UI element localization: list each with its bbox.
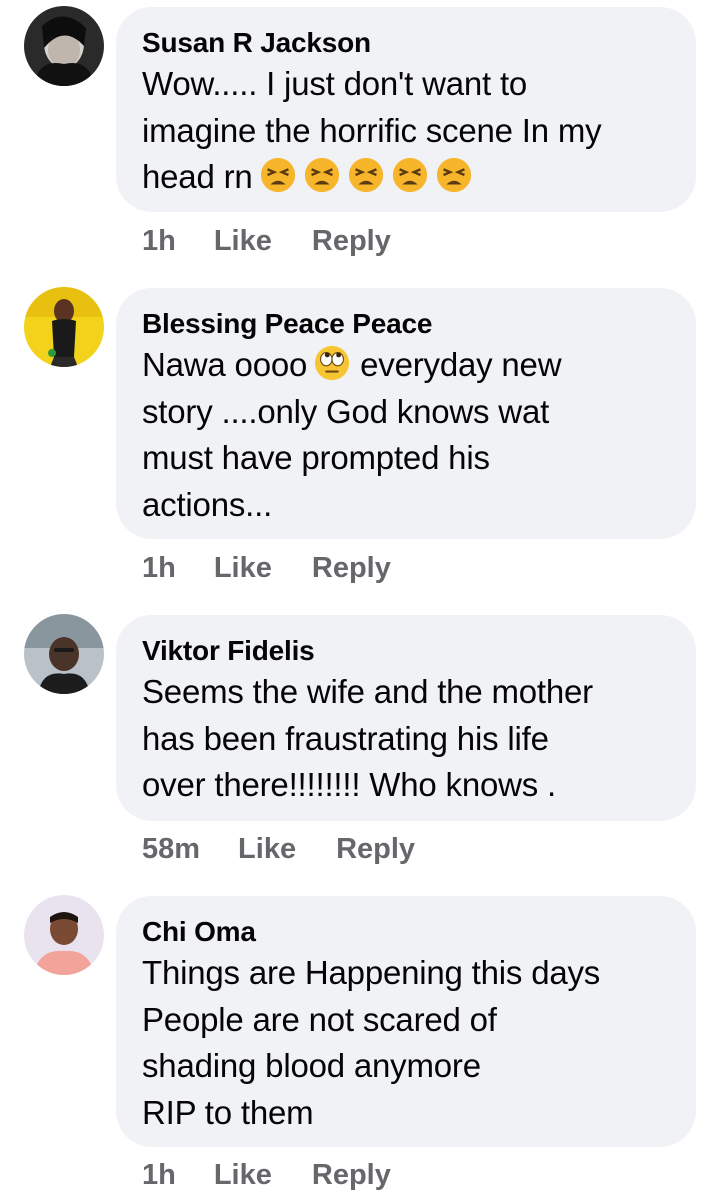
avatar-image <box>24 287 104 367</box>
comment-line: Seems the wife and the mother <box>142 673 593 710</box>
reply-button[interactable]: Reply <box>312 225 391 257</box>
comment-line: must have prompted his <box>142 439 490 476</box>
comment-line: Wow..... I just don't want to <box>142 65 528 102</box>
comment-actions: 58m Like Reply <box>142 833 455 866</box>
avatar[interactable] <box>24 6 104 86</box>
comment-actions: 1h Like Reply <box>142 552 431 585</box>
avatar[interactable] <box>24 614 104 694</box>
comment-line: actions... <box>142 485 273 523</box>
comment-line: head rn <box>142 154 670 201</box>
comment-author[interactable]: Viktor Fidelis <box>142 633 670 669</box>
avatar[interactable] <box>24 895 104 975</box>
comment-line: Things are Happening this days <box>142 954 601 991</box>
comment-text: Things are Happening this days People ar… <box>142 950 670 1136</box>
comment-author[interactable]: Chi Oma <box>142 914 670 950</box>
comment-text: Seems the wife and the mother has been f… <box>142 669 670 809</box>
comment-line-text: head rn <box>142 158 253 195</box>
comment-author[interactable]: Blessing Peace Peace <box>142 306 670 342</box>
tired-face-emoji <box>392 157 427 193</box>
reply-button[interactable]: Reply <box>336 833 415 865</box>
avatar[interactable] <box>24 287 104 367</box>
comment-timestamp[interactable]: 58m <box>142 833 200 865</box>
rolling-eyes-emoji <box>315 345 350 381</box>
comment-line: People are not scared of <box>142 1000 497 1038</box>
avatar-image <box>24 6 104 86</box>
comment-timestamp[interactable]: 1h <box>142 225 176 257</box>
comment-timestamp[interactable]: 1h <box>142 1159 176 1191</box>
avatar-image <box>24 895 104 975</box>
tired-face-emoji <box>260 157 295 193</box>
comment-line: has been fraustrating his life <box>142 719 549 757</box>
like-button[interactable]: Like <box>214 552 272 584</box>
comment-author[interactable]: Susan R Jackson <box>142 25 670 61</box>
comment-actions: 1h Like Reply <box>142 225 431 258</box>
comment-line: over there!!!!!!!! Who knows . <box>142 766 556 803</box>
comment-line: imagine the horrific scene In my <box>142 111 602 149</box>
comment-line: story ....only God knows wat <box>142 392 550 430</box>
comment-line: RIP to them <box>142 1093 314 1131</box>
tired-face-emoji <box>304 157 339 193</box>
comment-bubble: Viktor Fidelis Seems the wife and the mo… <box>116 615 696 821</box>
tired-face-emoji <box>348 157 383 193</box>
avatar-image <box>24 614 104 694</box>
comment-actions: 1h Like Reply <box>142 1159 431 1192</box>
comment-bubble: Chi Oma Things are Happening this days P… <box>116 896 696 1147</box>
like-button[interactable]: Like <box>238 833 296 865</box>
comment-text: Nawa oooo everyday new story ....only Go… <box>142 342 670 528</box>
comment-timestamp[interactable]: 1h <box>142 552 176 584</box>
reply-button[interactable]: Reply <box>312 552 391 584</box>
comment-line: Nawa oooo everyday new <box>142 342 670 389</box>
comment-line: shading blood anymore <box>142 1047 481 1084</box>
reply-button[interactable]: Reply <box>312 1159 391 1191</box>
comment-line-text: everyday new <box>351 346 562 383</box>
comment-bubble: Blessing Peace Peace Nawa oooo everyday … <box>116 288 696 539</box>
tired-face-emoji <box>436 157 471 193</box>
comment-text: Wow..... I just don't want to imagine th… <box>142 61 670 201</box>
comment-line-text: Nawa oooo <box>142 346 308 383</box>
like-button[interactable]: Like <box>214 225 272 257</box>
like-button[interactable]: Like <box>214 1159 272 1191</box>
comment-bubble: Susan R Jackson Wow..... I just don't wa… <box>116 7 696 212</box>
